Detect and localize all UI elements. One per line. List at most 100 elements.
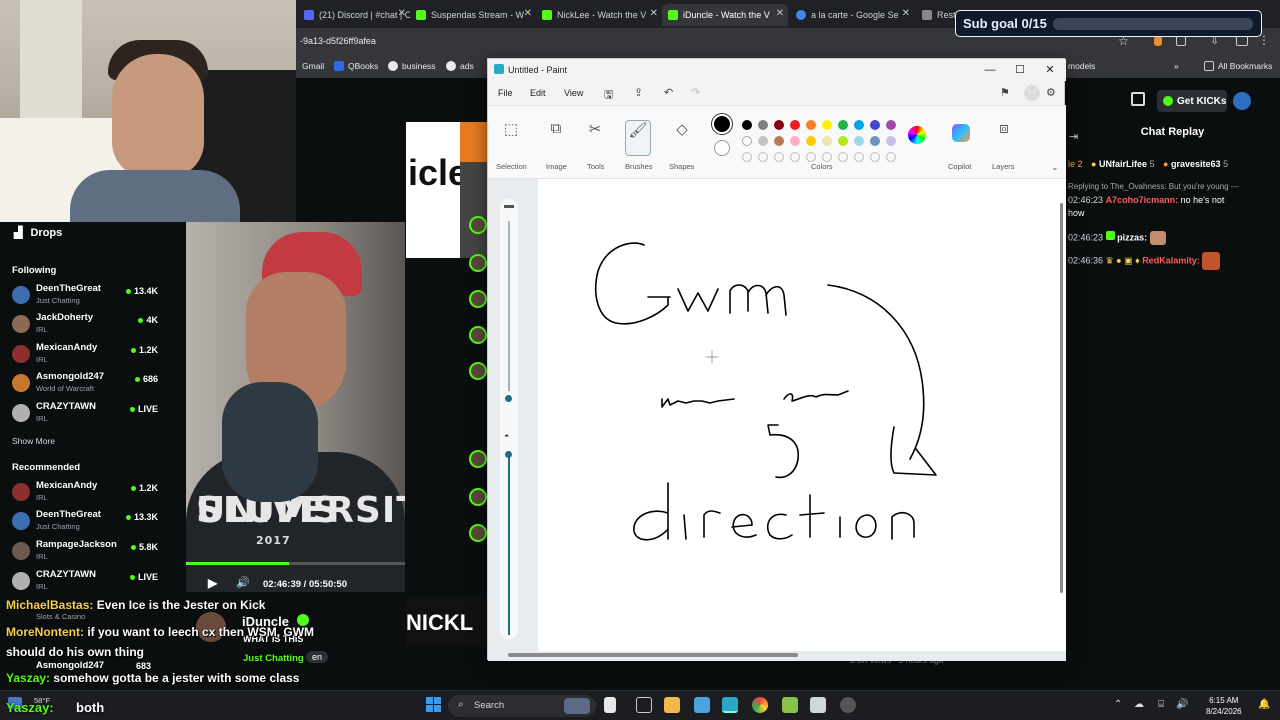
menu-view[interactable]: View xyxy=(564,88,583,98)
opacity-slider-track[interactable] xyxy=(508,451,510,635)
size-slider-thumb[interactable] xyxy=(505,395,512,402)
channel-item[interactable]: JackDoherty IRL 4K xyxy=(12,311,182,337)
empty-color-swatch[interactable] xyxy=(774,152,784,162)
notes-icon[interactable] xyxy=(694,697,710,713)
empty-color-swatch[interactable] xyxy=(838,152,848,162)
save-icon[interactable]: 🖫 xyxy=(604,86,613,105)
taskbar-search[interactable]: ⌕ Search xyxy=(448,695,596,717)
color-swatch[interactable] xyxy=(806,120,816,130)
empty-color-swatch[interactable] xyxy=(790,152,800,162)
extensions-icon[interactable] xyxy=(1176,36,1186,46)
edit-colors-icon[interactable] xyxy=(908,126,926,144)
color-swatch[interactable] xyxy=(870,136,880,146)
feedback-icon[interactable]: ⚑ xyxy=(1000,86,1010,99)
bookmark-qbooks[interactable]: QBooks xyxy=(334,61,378,71)
chevron-up-icon[interactable]: ⌃ xyxy=(1114,699,1122,710)
color-swatch[interactable] xyxy=(886,120,896,130)
size-slider-track[interactable] xyxy=(508,221,510,391)
app-icon[interactable] xyxy=(840,697,856,713)
channel-item[interactable]: CRAZYTAWN IRL LIVE xyxy=(12,568,182,594)
file-explorer-icon[interactable] xyxy=(664,697,680,713)
account-icon[interactable] xyxy=(1024,85,1040,101)
color-swatch[interactable] xyxy=(742,136,752,146)
color-swatch[interactable] xyxy=(854,136,864,146)
color-swatch[interactable] xyxy=(806,136,816,146)
browser-tab[interactable]: NickLee - Watch the V ✕ xyxy=(536,4,662,26)
bookmark-models[interactable]: models xyxy=(1068,61,1095,71)
image-icon[interactable]: ⧉ xyxy=(544,120,568,150)
avatar[interactable] xyxy=(469,216,487,234)
channel-item[interactable]: MexicanAndy IRL 1.2K xyxy=(12,341,182,367)
playback-progress-bar[interactable] xyxy=(186,562,405,565)
close-icon[interactable]: ✕ xyxy=(776,8,784,19)
browser-tab[interactable]: a la carte - Google Se ✕ xyxy=(790,4,914,26)
color-swatch[interactable] xyxy=(870,120,880,130)
color-swatch[interactable] xyxy=(742,120,752,130)
close-icon[interactable]: ✕ xyxy=(650,8,658,19)
avatar[interactable] xyxy=(469,362,487,380)
onedrive-icon[interactable]: ☁ xyxy=(1134,699,1144,710)
share-icon[interactable]: ⇪ xyxy=(634,86,643,99)
empty-color-swatch[interactable] xyxy=(822,152,832,162)
task-view-icon[interactable] xyxy=(604,697,616,713)
network-icon[interactable]: ⌸ xyxy=(1158,699,1164,710)
empty-color-swatch[interactable] xyxy=(870,152,880,162)
avatar[interactable] xyxy=(469,524,487,542)
shapes-icon[interactable]: ◇ xyxy=(670,120,694,150)
close-icon[interactable]: ✕ xyxy=(398,8,406,19)
drops-link[interactable]: ▟ Drops xyxy=(14,226,62,240)
system-clock[interactable]: 6:15 AM 8/24/2026 xyxy=(1206,695,1242,717)
layers-icon[interactable]: ⧈ xyxy=(992,120,1016,150)
copilot-icon[interactable] xyxy=(952,124,970,142)
channel-item[interactable]: DeenTheGreat Just Chatting 13.4K xyxy=(12,282,182,308)
vertical-scrollbar[interactable] xyxy=(1060,203,1063,593)
color-swatch[interactable] xyxy=(886,136,896,146)
empty-color-swatch[interactable] xyxy=(758,152,768,162)
tools-icon[interactable]: ✂ xyxy=(583,120,607,150)
color-swatch[interactable] xyxy=(838,120,848,130)
volume-icon[interactable]: 🔊 xyxy=(236,576,250,589)
avatar[interactable] xyxy=(469,488,487,506)
color-swatch[interactable] xyxy=(822,136,832,146)
paint-taskbar-icon[interactable] xyxy=(722,697,738,713)
color-swatch[interactable] xyxy=(854,120,864,130)
bookmark-all[interactable]: All Bookmarks xyxy=(1204,61,1272,71)
close-icon[interactable]: ✕ xyxy=(902,8,910,19)
windows-start-icon[interactable] xyxy=(426,697,442,713)
color-swatch[interactable] xyxy=(774,136,784,146)
opacity-slider-thumb[interactable] xyxy=(505,451,512,458)
get-kicks-button[interactable]: Get KICKs xyxy=(1157,90,1227,112)
minimize-button[interactable]: — xyxy=(976,61,1004,79)
menu-file[interactable]: File xyxy=(498,88,513,98)
language-badge[interactable]: en xyxy=(306,651,329,663)
bookmark-gmail[interactable]: Gmail xyxy=(302,61,324,71)
close-button[interactable]: ✕ xyxy=(1036,61,1064,79)
play-icon[interactable]: ▶ xyxy=(208,576,217,590)
redo-icon[interactable]: ↷ xyxy=(691,86,700,99)
browser-tab-active[interactable]: iDuncle - Watch the V ✕ xyxy=(662,4,788,26)
notification-icon[interactable]: 🔔 xyxy=(1258,699,1270,710)
maximize-button[interactable]: ☐ xyxy=(1006,61,1034,79)
empty-color-swatch[interactable] xyxy=(742,152,752,162)
browser-tab[interactable]: Rest xyxy=(916,4,956,26)
bookmark-ads[interactable]: ads xyxy=(446,61,474,71)
color-swatch[interactable] xyxy=(822,120,832,130)
avatar[interactable] xyxy=(1233,92,1251,110)
browser-tab[interactable]: Suspendas Stream - W ✕ xyxy=(410,4,536,26)
extension-icon[interactable] xyxy=(1154,36,1162,46)
bookmark-business[interactable]: business xyxy=(388,61,436,71)
color-swatch[interactable] xyxy=(790,136,800,146)
chevron-right-icon[interactable]: » xyxy=(1174,61,1179,71)
brushes-icon[interactable]: 🖌 xyxy=(625,120,651,156)
stream-player[interactable]: UNIVERSITY SLUMS 2017 ▶ 🔊 02:46:39 / 05:… xyxy=(186,222,405,592)
channel-item[interactable]: DeenTheGreat Just Chatting 13.3K xyxy=(12,508,182,534)
chevron-down-icon[interactable]: ⌄ xyxy=(1051,162,1059,173)
avatar[interactable] xyxy=(469,254,487,272)
horizontal-scrollbar[interactable] xyxy=(508,653,798,657)
empty-color-swatch[interactable] xyxy=(806,152,816,162)
color-swatch[interactable] xyxy=(790,120,800,130)
color-swatch[interactable] xyxy=(838,136,848,146)
channel-item[interactable]: MexicanAndy IRL 1.2K xyxy=(12,479,182,505)
channel-item[interactable]: Asmongold247 World of Warcraft 686 xyxy=(12,370,182,396)
stream-category[interactable]: Just Chatting xyxy=(243,653,304,664)
